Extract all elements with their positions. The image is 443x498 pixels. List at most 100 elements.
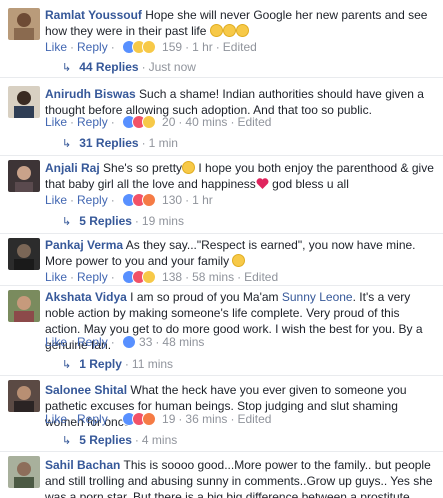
replies-row: ↳ 44 Replies · Just now [62,60,196,74]
reaction-count[interactable]: 130 [162,193,182,207]
reaction-icons[interactable] [122,193,160,207]
haha-reaction-icon [142,270,157,284]
reaction-icons[interactable] [122,270,160,284]
timestamp[interactable]: 1 hr [192,193,213,207]
comment-body: Anirudh Biswas Such a shame! Indian auth… [45,86,437,118]
like-link[interactable]: Like [45,193,67,207]
reply-arrow-icon: ↳ [62,216,72,228]
comment-author[interactable]: Sahil Bachan [45,458,120,472]
like-link[interactable]: Like [45,115,67,129]
replies-row: ↳ 1 Reply · 11 mins [62,357,174,371]
mention-link[interactable]: Sunny Leone [282,290,353,304]
edited-label[interactable]: Edited [237,412,271,426]
comment-author[interactable]: Pankaj Verma [45,238,123,252]
view-replies-link[interactable]: 5 Replies [79,433,132,447]
edited-label[interactable]: Edited [223,40,257,54]
reaction-icons[interactable] [122,412,160,426]
timestamp[interactable]: 48 mins [162,335,204,349]
reply-link[interactable]: Reply [77,115,108,129]
comment-actions: Like · Reply · 159 · 1 hr · Edited [45,40,257,54]
comment-body: Sahil Bachan This is soooo good...More p… [45,457,437,498]
reaction-count[interactable]: 20 [162,115,175,129]
like-reaction-icon [122,335,137,349]
divider [0,285,443,286]
comment-actions: Like · Reply · 33 · 48 mins [45,335,205,349]
replies-time: 1 min [148,136,178,150]
grin-emoji-icon [209,24,223,37]
haha-reaction-icon [142,115,157,129]
comment-author[interactable]: Anjali Raj [45,161,100,175]
reaction-icons[interactable] [122,115,160,129]
replies-row: ↳ 5 Replies · 4 mins [62,433,178,447]
smile-emoji-icon [232,254,246,267]
comment-body: Pankaj Verma As they say..."Respect is e… [45,237,437,269]
reply-link[interactable]: Reply [77,193,108,207]
heart-icon [256,177,269,190]
reaction-count[interactable]: 138 [162,270,182,284]
reply-link[interactable]: Reply [77,40,108,54]
edited-label[interactable]: Edited [237,115,271,129]
like-link[interactable]: Like [45,270,67,284]
view-replies-link[interactable]: 31 Replies [79,136,138,150]
comment-actions: Like · Reply · 20 · 40 mins · Edited [45,115,272,129]
avatar[interactable] [8,8,40,40]
reply-link[interactable]: Reply [77,335,108,349]
avatar[interactable] [8,238,40,270]
wow-reaction-icon [142,40,157,54]
timestamp[interactable]: 40 mins [185,115,227,129]
grin-emoji-icon [222,24,236,37]
divider [0,451,443,452]
avatar[interactable] [8,290,40,322]
comment-actions: Like · Reply · 138 · 58 mins · Edited [45,270,279,284]
replies-time: 19 mins [141,214,184,228]
comment-author[interactable]: Akshata Vidya [45,290,127,304]
replies-row: ↳ 5 Replies · 19 mins [62,214,184,228]
comment-text: She's so pretty [103,161,183,175]
divider [0,375,443,376]
angry-reaction-icon [142,412,157,426]
like-link[interactable]: Like [45,412,67,426]
replies-time: 11 mins [131,357,174,371]
view-replies-link[interactable]: 44 Replies [79,60,138,74]
comment-text: god bless u all [268,177,349,191]
replies-time: Just now [148,60,196,74]
reply-arrow-icon: ↳ [62,435,72,447]
view-replies-link[interactable]: 5 Replies [79,214,132,228]
avatar[interactable] [8,160,40,192]
comment-author[interactable]: Ramlat Youssouf [45,8,142,22]
reaction-count[interactable]: 159 [162,40,182,54]
avatar[interactable] [8,380,40,412]
divider [0,77,443,78]
reply-arrow-icon: ↳ [62,138,72,150]
view-replies-link[interactable]: 1 Reply [79,357,122,371]
angry-reaction-icon [142,193,157,207]
reaction-count[interactable]: 33 [139,335,152,349]
reaction-icons[interactable] [122,335,137,349]
timestamp[interactable]: 1 hr [192,40,213,54]
comment-author[interactable]: Salonee Shital [45,383,127,397]
avatar[interactable] [8,86,40,118]
comment-actions: Like · Reply · 130 · 1 hr [45,193,213,207]
comment-body: Ramlat Youssouf Hope she will never Goog… [45,7,437,39]
comment-author[interactable]: Anirudh Biswas [45,87,136,101]
reaction-icons[interactable] [122,40,160,54]
reply-arrow-icon: ↳ [62,62,72,74]
divider [0,233,443,234]
reply-link[interactable]: Reply [77,412,108,426]
avatar[interactable] [8,456,40,488]
grin-emoji-icon [235,24,249,37]
reaction-count[interactable]: 19 [162,412,175,426]
replies-time: 4 mins [141,433,178,447]
comment-actions: Like · Reply · 19 · 36 mins · Edited [45,412,272,426]
timestamp[interactable]: 36 mins [185,412,227,426]
edited-label[interactable]: Edited [244,270,278,284]
heart-eyes-emoji-icon [182,161,196,174]
comment-body: Anjali Raj She's so pretty I hope you bo… [45,160,437,192]
timestamp[interactable]: 58 mins [192,270,234,284]
like-link[interactable]: Like [45,335,67,349]
like-link[interactable]: Like [45,40,67,54]
reply-arrow-icon: ↳ [62,359,72,371]
comment-text: I am so proud of you Ma'am [130,290,282,304]
replies-row: ↳ 31 Replies · 1 min [62,136,178,150]
reply-link[interactable]: Reply [77,270,108,284]
